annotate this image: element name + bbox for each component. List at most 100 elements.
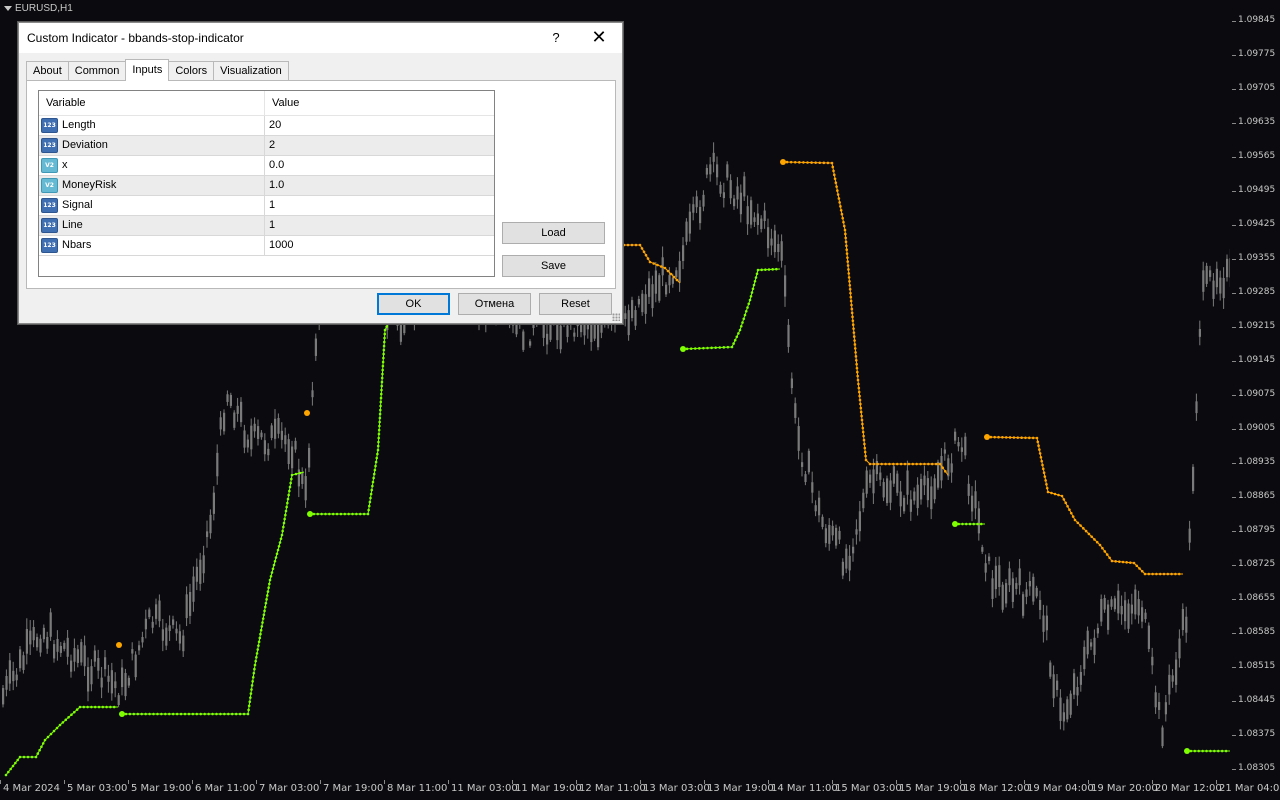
down-stop-point: [915, 462, 918, 466]
candle-body: [250, 425, 253, 450]
resize-grip-icon[interactable]: [612, 313, 620, 321]
grid-row[interactable]: 123 Line 1: [39, 216, 494, 236]
grid-row[interactable]: 123 Deviation 2: [39, 136, 494, 156]
up-stop-point: [741, 321, 744, 324]
time-tick-label: 4 Mar 2024: [0, 780, 61, 794]
grid-row[interactable]: 123 Signal 1: [39, 196, 494, 216]
up-stop-point: [743, 313, 747, 317]
down-stop-point: [1045, 482, 1048, 486]
column-header-value[interactable]: Value: [265, 91, 299, 115]
tab-visualization[interactable]: Visualization: [213, 61, 289, 81]
help-button[interactable]: ?: [545, 27, 567, 49]
down-stop-point: [868, 462, 872, 466]
dialog-titlebar[interactable]: Custom Indicator - bbands-stop-indicator…: [19, 23, 622, 53]
candle-body: [83, 645, 86, 667]
grid-row[interactable]: V2 MoneyRisk 1.0: [39, 176, 494, 196]
grid-cell-value[interactable]: 1000: [265, 236, 293, 255]
candle-body: [627, 310, 630, 336]
down-stop-point: [802, 161, 805, 164]
cancel-button[interactable]: Отмена: [458, 293, 531, 315]
grid-cell-value[interactable]: 1: [265, 196, 275, 215]
grid-cell-variable: V2 MoneyRisk: [39, 176, 265, 195]
candle-body: [19, 649, 22, 669]
up-stop-point: [140, 712, 143, 716]
down-stop-point: [648, 260, 652, 264]
tab-colors[interactable]: Colors: [168, 61, 215, 81]
up-stop-point: [367, 508, 370, 512]
down-stop-point: [822, 161, 826, 165]
down-stop-point: [1118, 560, 1121, 563]
tab-common[interactable]: Common: [67, 61, 127, 81]
double-type-icon: V2: [41, 158, 58, 173]
time-scale[interactable]: 4 Mar 2024 5 Mar 03:00 5 Mar 19:00 6 Mar 11…: [0, 780, 1280, 800]
down-stop-point: [852, 331, 856, 334]
down-stop-point: [1064, 501, 1068, 505]
down-stop-point: [863, 450, 867, 454]
down-stop-point: [847, 276, 851, 279]
down-stop-point: [1138, 567, 1141, 570]
grid-cell-value[interactable]: 1: [265, 216, 275, 235]
candle-body: [801, 462, 804, 467]
grid-row[interactable]: V2 x 0.0: [39, 156, 494, 176]
up-stop-point: [14, 761, 17, 765]
up-stop-point: [238, 712, 242, 716]
down-stop-point: [861, 430, 865, 434]
up-stop-point: [105, 705, 108, 709]
down-stop-point: [997, 435, 1000, 439]
grid-cell-value[interactable]: 2: [265, 136, 275, 155]
down-stop-point: [848, 283, 852, 287]
down-stop-point: [846, 264, 850, 267]
candle-body: [1025, 589, 1028, 597]
load-button[interactable]: Load: [502, 222, 605, 244]
up-stop-point: [1201, 749, 1204, 753]
candle-body: [1059, 697, 1062, 721]
reset-button[interactable]: Reset: [539, 293, 612, 315]
candle-body: [1083, 646, 1086, 670]
down-stop-point: [835, 185, 838, 188]
candle-body: [733, 198, 736, 207]
candle-body: [712, 152, 715, 162]
down-stop-point: [844, 236, 847, 240]
up-stop-point: [383, 332, 387, 336]
grid-cell-value[interactable]: 1.0: [265, 176, 284, 195]
down-stop-point: [884, 462, 887, 466]
close-button[interactable]: ✕: [587, 27, 611, 49]
symbol-label[interactable]: EURUSD,H1: [4, 3, 73, 14]
up-stop-point: [1220, 749, 1224, 753]
chevron-down-icon[interactable]: [4, 6, 12, 11]
candle-body: [767, 227, 770, 249]
up-stop-point: [255, 655, 258, 659]
candle-body: [692, 204, 695, 213]
tab-inputs[interactable]: Inputs: [125, 59, 170, 81]
down-stop-point: [858, 394, 861, 398]
ok-button[interactable]: OK: [377, 293, 450, 315]
up-stop-point: [339, 512, 343, 516]
candle-body: [110, 670, 113, 694]
grid-cell-value[interactable]: 20: [265, 116, 281, 135]
grid-row[interactable]: 123 Nbars 1000: [39, 236, 494, 256]
down-stop-point: [1031, 436, 1035, 440]
candle-body: [994, 565, 997, 590]
up-stop-point: [362, 512, 366, 516]
grid-row[interactable]: 123 Length 20: [39, 116, 494, 136]
grid-cell-value[interactable]: 0.0: [265, 156, 284, 175]
candle-body: [151, 621, 154, 628]
tab-about[interactable]: About: [26, 61, 69, 81]
down-stop-point: [989, 435, 993, 439]
up-stop-point: [195, 712, 199, 716]
up-stop-point: [380, 380, 384, 384]
candle-body: [1032, 576, 1035, 602]
price-scale[interactable]: 1.09845 1.09775 1.09705 1.09635 1.09565 1.094…: [1231, 0, 1280, 780]
up-stop-point: [223, 712, 226, 716]
integer-type-icon: 123: [41, 138, 58, 153]
column-header-variable[interactable]: Variable: [39, 91, 265, 115]
candle-body: [1066, 699, 1069, 720]
candle-body: [1079, 671, 1082, 685]
down-stop-point: [1108, 556, 1111, 560]
up-stop-point: [262, 613, 266, 617]
save-button[interactable]: Save: [502, 255, 605, 277]
down-stop-point: [1050, 491, 1053, 495]
candle-body: [206, 531, 209, 538]
down-stop-point: [1132, 561, 1136, 565]
up-stop-point: [230, 712, 234, 716]
